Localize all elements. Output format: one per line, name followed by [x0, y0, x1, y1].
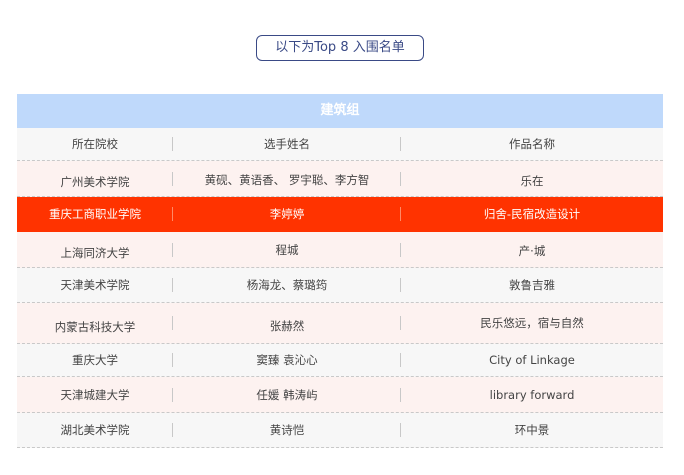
- top8-badge: 以下为Top 8 入围名单: [256, 35, 424, 61]
- school-cell: 重庆大学: [17, 344, 173, 376]
- work-cell: City of Linkage: [489, 353, 575, 367]
- table-row: 上海同济大学 程城 产·城: [17, 232, 663, 268]
- name-cell: 黄砚、黄语香、 罗宇聪、李方智: [173, 161, 401, 196]
- work-cell: library forward: [489, 387, 575, 402]
- name-cell: 程城: [173, 232, 401, 267]
- group-title: 建筑组: [17, 94, 663, 128]
- work-cell: 民乐悠远，宿与自然: [480, 316, 584, 330]
- school-cell: 重庆工商职业学院: [17, 197, 173, 231]
- table-row: 天津城建大学 任媛 韩涛屿 library forward: [17, 377, 663, 413]
- table-row: 内蒙古科技大学 张赫然 民乐悠远，宿与自然: [17, 303, 663, 344]
- finalist-table: 建筑组 所在院校 选手姓名 作品名称 广州美术学院 黄砚、黄语香、 罗宇聪、李方…: [17, 94, 663, 448]
- table-row: 重庆大学 窦臻 袁沁心 City of Linkage: [17, 344, 663, 377]
- work-cell: 环中景: [514, 423, 550, 437]
- school-cell: 天津美术学院: [17, 268, 173, 302]
- name-cell: 黄诗恺: [173, 413, 401, 447]
- name-cell: 李婷婷: [173, 197, 401, 231]
- school-cell: 上海同济大学: [17, 232, 173, 267]
- table-header-row: 所在院校 选手姓名 作品名称: [17, 128, 663, 161]
- work-cell: 归舍-民宿改造设计: [483, 207, 581, 221]
- name-cell: 任媛 韩涛屿: [173, 377, 401, 412]
- school-cell: 天津城建大学: [17, 377, 173, 412]
- name-cell: 杨海龙、蔡璐筠: [173, 268, 401, 302]
- column-header-work: 作品名称: [509, 137, 555, 151]
- school-cell: 广州美术学院: [17, 161, 173, 196]
- column-header-name: 选手姓名: [173, 128, 401, 160]
- table-row: 湖北美术学院 黄诗恺 环中景: [17, 413, 663, 448]
- work-cell: 产·城: [518, 243, 546, 258]
- name-cell: 张赫然: [173, 303, 401, 343]
- table-row: 广州美术学院 黄砚、黄语香、 罗宇聪、李方智 乐在: [17, 161, 663, 197]
- table-row: 天津美术学院 杨海龙、蔡璐筠 敦鲁吉雅: [17, 268, 663, 303]
- name-cell: 窦臻 袁沁心: [173, 344, 401, 376]
- school-cell: 湖北美术学院: [17, 413, 173, 447]
- school-cell: 内蒙古科技大学: [17, 303, 173, 343]
- table-row-highlighted: 重庆工商职业学院 李婷婷 归舍-民宿改造设计: [17, 197, 663, 232]
- column-header-school: 所在院校: [17, 128, 173, 160]
- work-cell: 乐在: [520, 173, 544, 188]
- work-cell: 敦鲁吉雅: [509, 278, 555, 292]
